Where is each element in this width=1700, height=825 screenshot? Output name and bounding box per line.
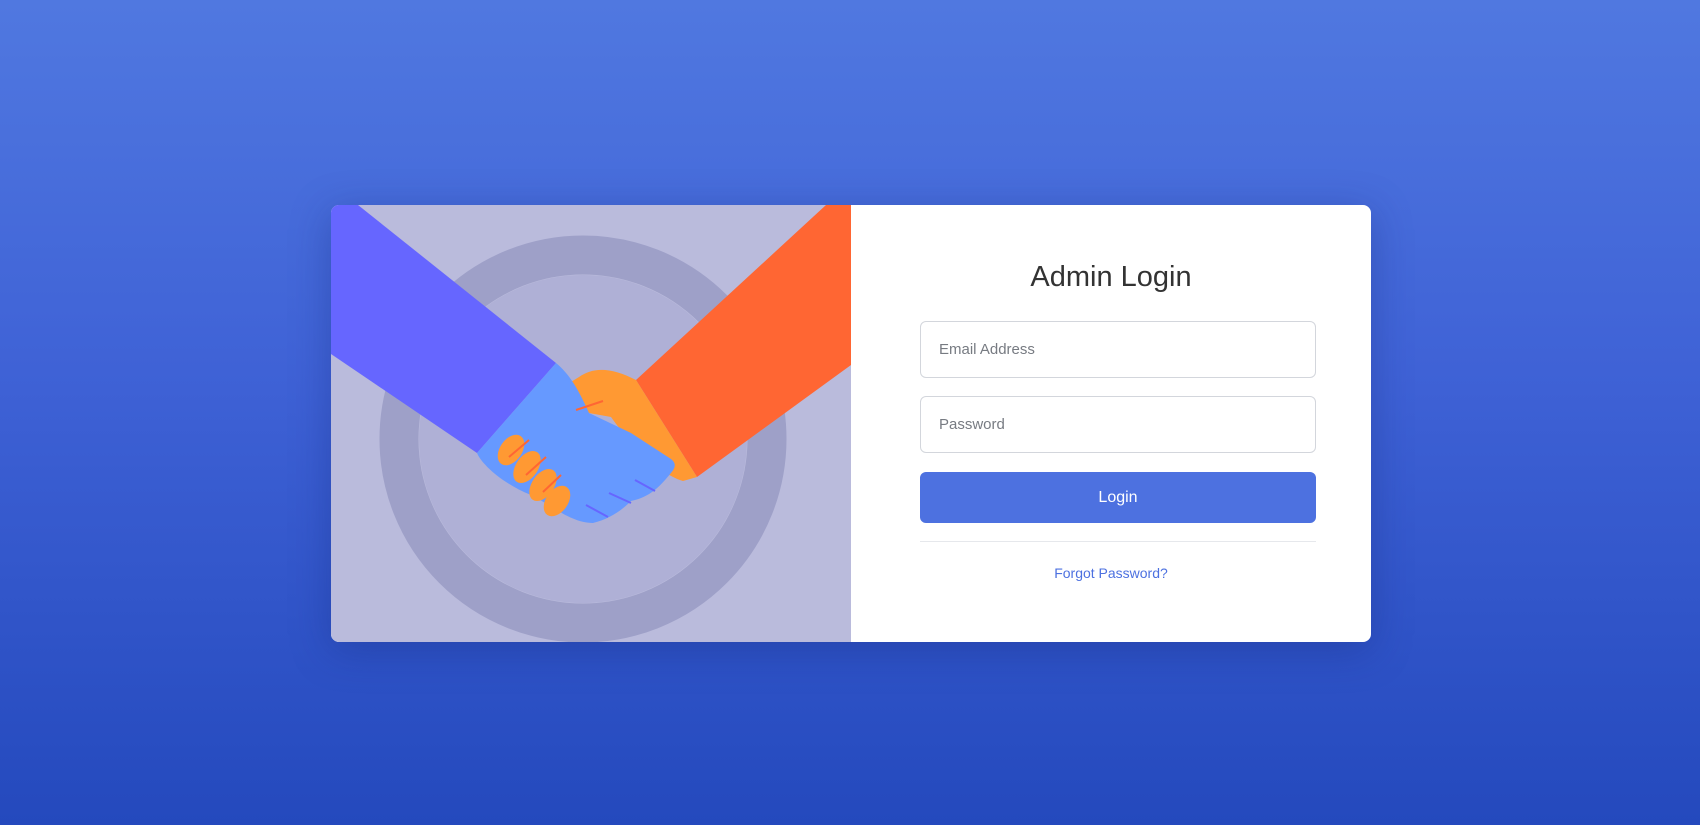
login-form: Admin Login Login Forgot Password?	[851, 205, 1371, 642]
handshake-icon	[331, 205, 851, 642]
password-field[interactable]	[920, 396, 1316, 453]
email-field[interactable]	[920, 321, 1316, 378]
forgot-password-link[interactable]: Forgot Password?	[851, 565, 1371, 581]
page-title: Admin Login	[1030, 261, 1192, 293]
divider	[920, 541, 1316, 542]
login-card: Admin Login Login Forgot Password?	[331, 205, 1371, 642]
illustration-panel	[331, 205, 851, 642]
login-button[interactable]: Login	[920, 472, 1316, 523]
